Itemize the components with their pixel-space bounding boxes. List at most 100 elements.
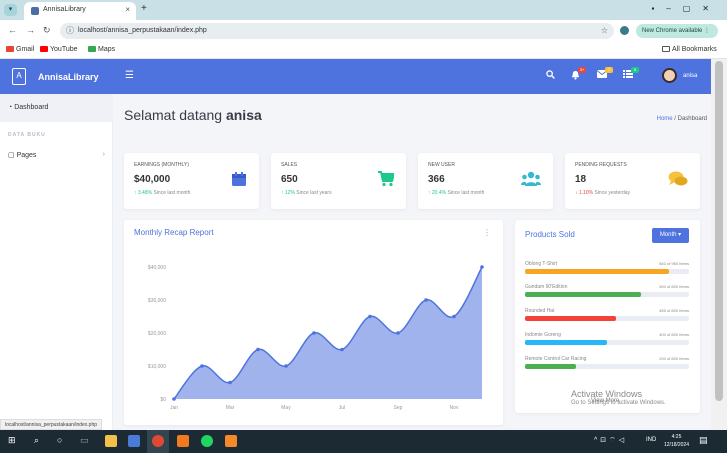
product-progress-fill xyxy=(525,292,642,297)
menu-toggle-icon[interactable]: ☰ xyxy=(125,70,134,81)
y-tick-label: $40,000 xyxy=(148,265,166,271)
scrollbar-thumb[interactable] xyxy=(715,61,723,401)
chrome-icon[interactable] xyxy=(152,435,164,447)
sidebar-item-label: Dashboard xyxy=(14,104,49,111)
store-icon[interactable] xyxy=(128,435,140,447)
product-progress-track xyxy=(525,316,689,321)
bookmark-gmail[interactable]: Gmail xyxy=(6,46,34,53)
stat-value: 650 xyxy=(281,174,298,185)
breadcrumb: Home / Dashboard xyxy=(656,116,707,122)
profile-icon[interactable] xyxy=(620,26,629,35)
file-explorer-icon[interactable] xyxy=(105,435,117,447)
x-tick-label: Jan xyxy=(170,405,178,411)
browser-tab[interactable]: AnnisaLibrary × xyxy=(24,2,136,20)
new-tab-icon[interactable]: + xyxy=(141,3,147,14)
chart-point[interactable] xyxy=(480,265,484,269)
forward-icon[interactable]: → xyxy=(26,25,35,35)
chart-point[interactable] xyxy=(424,298,428,302)
folder-icon xyxy=(662,46,670,52)
system-tray-icons[interactable]: ^⊡⌔◁ xyxy=(594,436,627,445)
start-windows-icon[interactable]: ⊞ xyxy=(8,435,16,446)
messages-envelope-icon[interactable]: 7 xyxy=(596,67,613,81)
search-icon[interactable] xyxy=(546,70,555,82)
breadcrumb-current: Dashboard xyxy=(677,116,707,122)
tasks-badge: 5 xyxy=(631,67,639,73)
comments-icon xyxy=(668,171,688,186)
stat-value: $40,000 xyxy=(134,174,171,185)
brand-logo-icon[interactable]: A xyxy=(12,68,26,85)
taskbar-search-icon[interactable]: ⌕ xyxy=(34,435,39,446)
chrome-update-button[interactable]: New Chrome available ⋮ xyxy=(636,24,718,38)
x-tick-label: Nov xyxy=(450,405,459,411)
chart-point[interactable] xyxy=(256,347,260,352)
stat-value: 366 xyxy=(428,174,445,185)
month-dropdown-button[interactable]: Month ▾ xyxy=(652,228,689,243)
product-amount: 455 of 800 Items xyxy=(659,308,689,313)
calendar-icon xyxy=(232,172,246,186)
stat-label: New User xyxy=(428,162,455,168)
sidebar-item-dashboard[interactable]: ◔ Dashboard xyxy=(0,94,113,122)
chart-point[interactable] xyxy=(452,314,456,319)
product-name: Oblong T-Shirt xyxy=(525,261,558,267)
dashboard-gauge-icon: ◔ xyxy=(8,104,13,111)
monthly-recap-chart: $0 $10,000 $20,000 $30,000 $40,000 Jan Mar May J… xyxy=(148,265,484,411)
sidebar-item-pages[interactable]: ▢ Pages › xyxy=(8,151,105,159)
window-controls[interactable]: ▪–▢✕ xyxy=(651,4,721,13)
taskbar-clock[interactable]: 4:25 12/18/2024 xyxy=(664,433,689,449)
chart-point[interactable] xyxy=(172,397,176,401)
all-bookmarks-button[interactable]: All Bookmarks xyxy=(662,46,717,53)
stat-card-pending: Pending Requests 18 ↓ 1.10% Since yester… xyxy=(565,153,700,209)
brand-name[interactable]: AnnisaLibrary xyxy=(38,72,99,82)
stat-card-new-user: New User 366 ↑ 20.4% Since last month xyxy=(418,153,553,209)
tab-close-icon[interactable]: × xyxy=(125,5,130,14)
spotify-icon[interactable] xyxy=(201,435,213,447)
widgets-icon[interactable]: ▭ xyxy=(80,435,89,446)
chart-point[interactable] xyxy=(284,364,288,368)
chart-point[interactable] xyxy=(228,380,232,385)
stat-change: ↑ 12% Since last years xyxy=(281,190,332,196)
sublime-icon[interactable] xyxy=(177,435,189,447)
url-input[interactable]: ⓘ localhost/annisa_perpustakaan/index.ph… xyxy=(60,23,614,39)
x-tick-label: Mar xyxy=(226,405,235,411)
bookmark-youtube[interactable]: YouTube xyxy=(40,46,78,53)
username-label[interactable]: anisa xyxy=(683,73,697,79)
breadcrumb-home-link[interactable]: Home xyxy=(657,116,673,122)
chart-point[interactable] xyxy=(200,364,204,368)
product-amount: 200 of 800 Items xyxy=(659,356,689,361)
stat-change: ↓ 1.10% Since yesterday xyxy=(575,190,631,196)
tab-search-icon[interactable]: ▾ xyxy=(4,4,17,16)
tasks-list-icon[interactable]: 5 xyxy=(623,67,639,81)
alerts-bell-icon[interactable]: 3+ xyxy=(571,67,586,83)
product-name: Remote Control Car Racing xyxy=(525,356,587,362)
product-name: Rounded Hat xyxy=(525,308,555,314)
chart-point[interactable] xyxy=(368,314,372,319)
monthly-recap-card: Monthly Recap Report ⋮ $0 $10,000 $20,000 $… xyxy=(124,220,503,425)
chart-point[interactable] xyxy=(312,331,316,335)
y-tick-label: $10,000 xyxy=(148,364,166,370)
url-text: localhost/annisa_perpustakaan/index.php xyxy=(78,27,207,34)
bookmark-star-icon[interactable]: ☆ xyxy=(601,26,608,35)
product-name: Indomie Goreng xyxy=(525,332,561,338)
product-name: Gundam 90'Edition xyxy=(525,284,568,290)
page-title: Selamat datang anisa xyxy=(124,107,262,123)
chart-point[interactable] xyxy=(396,331,400,335)
bookmark-maps[interactable]: Maps xyxy=(88,46,115,53)
youtube-icon xyxy=(40,46,48,52)
product-progress-track xyxy=(525,292,689,297)
user-avatar[interactable] xyxy=(662,68,677,83)
alerts-badge: 3+ xyxy=(578,67,586,73)
app-header: A AnnisaLibrary ☰ 3+ 7 5 anisa xyxy=(0,59,711,94)
xampp-icon[interactable] xyxy=(225,435,237,447)
language-indicator[interactable]: IND xyxy=(646,437,656,443)
page-scrollbar[interactable] xyxy=(711,59,727,430)
task-view-icon[interactable]: ○ xyxy=(57,435,62,445)
messages-badge: 7 xyxy=(605,67,613,73)
product-progress-fill xyxy=(525,340,607,345)
back-icon[interactable]: ← xyxy=(8,25,17,35)
site-info-icon[interactable]: ⓘ xyxy=(66,25,74,36)
notifications-icon[interactable]: ▤ xyxy=(699,435,708,446)
chart-point[interactable] xyxy=(340,347,344,352)
browser-tabstrip: ▾ AnnisaLibrary × + ▪–▢✕ xyxy=(0,0,727,20)
reload-icon[interactable]: ↻ xyxy=(43,25,51,36)
product-progress-track xyxy=(525,269,689,274)
